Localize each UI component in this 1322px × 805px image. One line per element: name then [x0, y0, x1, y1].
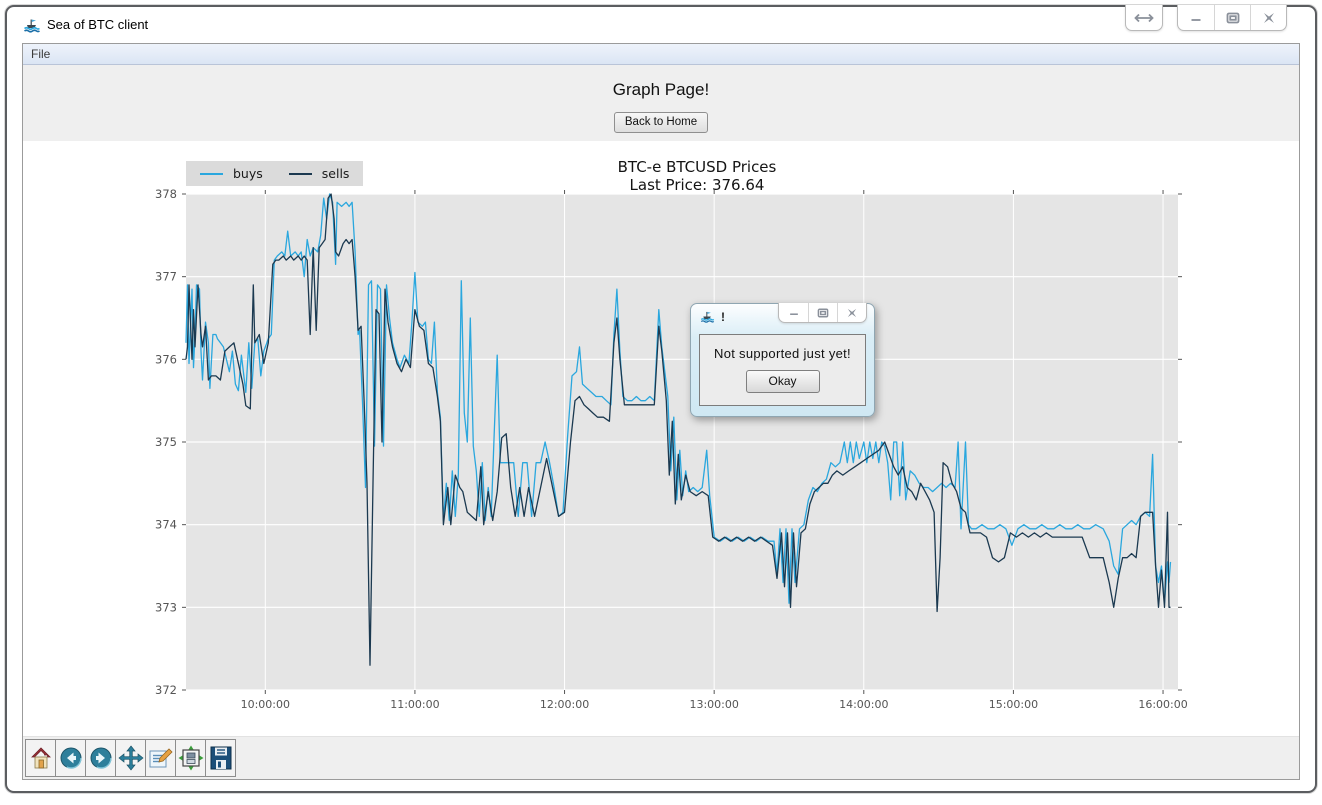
close-button[interactable] — [1250, 5, 1286, 30]
window-title: Sea of BTC client — [47, 17, 148, 32]
okay-button[interactable]: Okay — [746, 370, 820, 393]
maximize-icon — [1226, 12, 1240, 24]
maximize-icon — [817, 308, 829, 318]
x-tick-label: 11:00:00 — [390, 698, 439, 711]
not-supported-dialog: ! — [690, 303, 875, 417]
x-tick-label: 12:00:00 — [540, 698, 589, 711]
buys-line-swatch — [200, 173, 223, 175]
dialog-controls — [778, 303, 867, 323]
x-tick-label: 14:00:00 — [839, 698, 888, 711]
legend-item-sells: sells — [289, 166, 350, 181]
dialog-close-button[interactable] — [837, 303, 866, 322]
dialog-message: Not supported just yet! — [700, 346, 865, 361]
x-tick-label: 13:00:00 — [689, 698, 738, 711]
back-to-home-button[interactable]: Back to Home — [614, 112, 708, 133]
close-icon — [1262, 12, 1276, 24]
x-tick-label: 16:00:00 — [1138, 698, 1187, 711]
legend-item-buys: buys — [200, 166, 263, 181]
y-tick-label: 375 — [155, 435, 177, 449]
y-tick-label: 376 — [155, 352, 177, 366]
y-tick-label: 378 — [155, 187, 177, 201]
window-controls — [1125, 5, 1287, 31]
menu-file[interactable]: File — [23, 44, 58, 61]
price-chart: 372 373 374 375 376 377 378 10:00:00 11:00:00 12:… — [23, 141, 1303, 791]
ship-logo-icon — [700, 309, 715, 324]
x-tick-label: 10:00:00 — [241, 698, 290, 711]
figure-canvas: 372 373 374 375 376 377 378 10:00:00 11:00:00 12:… — [23, 141, 1299, 736]
sells-line-swatch — [289, 173, 312, 175]
app-frame: File Graph Page! Back to Home 3723733743… — [22, 43, 1300, 780]
chart-last-price: Last Price: 376.64 — [447, 176, 947, 194]
y-tick-label: 372 — [155, 683, 177, 697]
legend-label-buys: buys — [233, 166, 263, 181]
minimize-button[interactable] — [1178, 5, 1214, 30]
chart-legend: buys sells — [186, 161, 363, 186]
close-icon — [846, 308, 858, 318]
main-window: Sea of BTC client — [5, 5, 1317, 793]
dialog-minimize-button[interactable] — [779, 303, 808, 322]
dialog-panel: Not supported just yet! Okay — [699, 334, 866, 406]
titlebar: Sea of BTC client — [7, 7, 1315, 43]
maximize-button[interactable] — [1214, 5, 1250, 30]
minimize-icon — [1189, 13, 1203, 23]
dialog-title: ! — [721, 310, 725, 324]
chart-title-block: BTC-e BTCUSD Prices Last Price: 376.64 — [447, 158, 947, 194]
resize-horizontal-icon — [1134, 13, 1154, 23]
legend-label-sells: sells — [322, 166, 350, 181]
page-title: Graph Page! — [23, 65, 1299, 100]
y-tick-label: 373 — [155, 600, 177, 614]
chart-title: BTC-e BTCUSD Prices — [447, 158, 947, 176]
minimize-icon — [788, 308, 800, 317]
header-band: Graph Page! Back to Home — [23, 65, 1299, 141]
menu-bar: File — [23, 44, 1299, 65]
resize-horizontal-button[interactable] — [1126, 5, 1162, 30]
ship-logo-icon — [23, 16, 41, 34]
y-tick-label: 377 — [155, 270, 177, 284]
dialog-titlebar: ! — [691, 304, 874, 330]
x-tick-label: 15:00:00 — [989, 698, 1038, 711]
y-tick-label: 374 — [155, 518, 177, 532]
dialog-maximize-button[interactable] — [808, 303, 837, 322]
